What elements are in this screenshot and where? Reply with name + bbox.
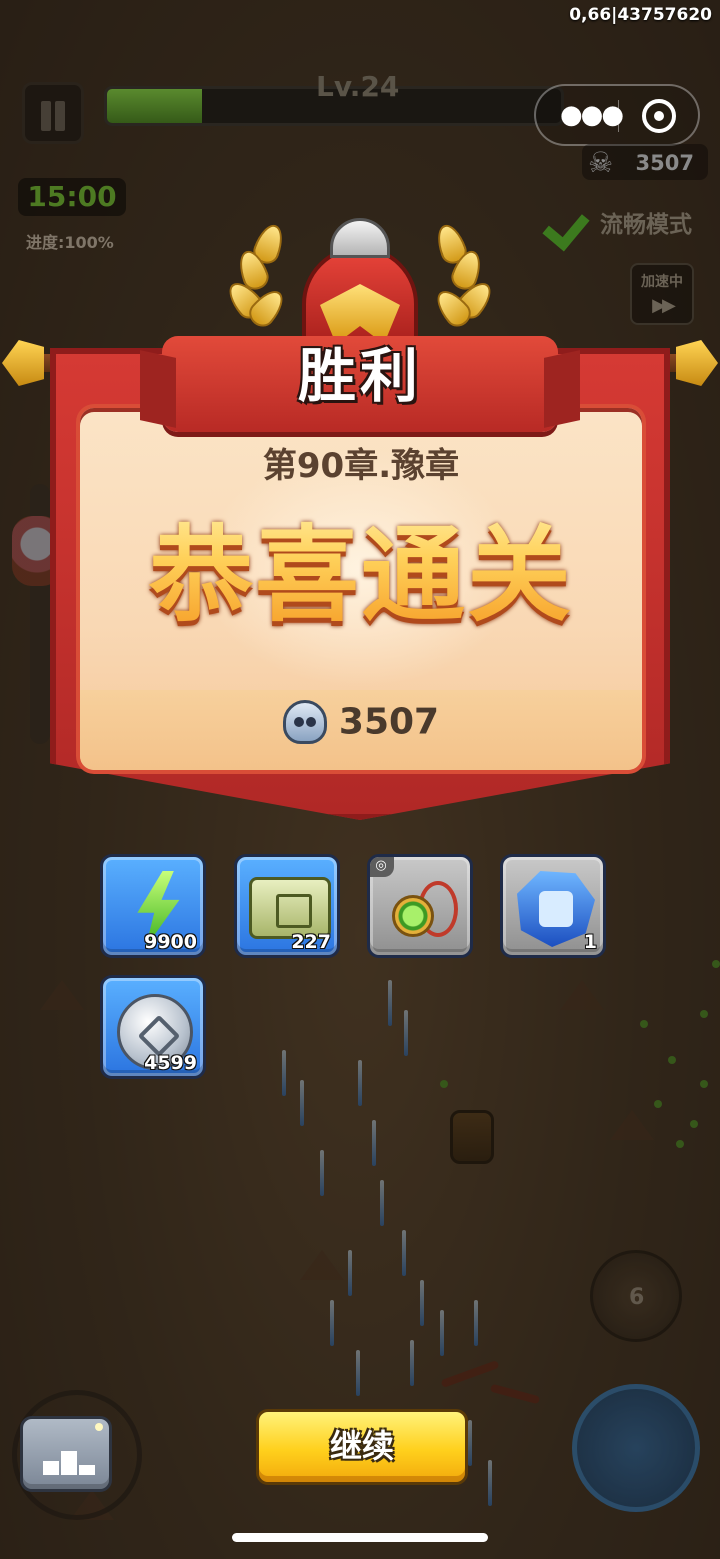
congrats-text: 恭喜通关 [80,490,642,641]
ranking-button[interactable] [20,1416,112,1492]
speed-up-button[interactable]: 加速中 ▶▶ [630,263,694,325]
smooth-mode-toggle[interactable]: 流畅模式 [546,203,692,241]
checkmark-icon [546,203,592,241]
helmet-trophy-icon [296,218,424,350]
level-progress-fill [107,89,203,123]
amulet-icon [388,877,460,943]
scroll-map-icon [249,877,331,939]
skull-icon: ☠ [588,146,614,179]
podium-icon [43,1439,95,1475]
stage-timer: 15:00 [18,178,126,216]
chapter-label: 第90章.豫章 [262,446,460,486]
progress-text: 进度:100% [26,233,114,252]
kill-score: 3507 [80,700,642,744]
laurel-left-icon [222,220,296,334]
continue-button[interactable]: 继续 [256,1409,468,1485]
skill-slot-button[interactable]: 6 [590,1250,682,1342]
laurel-right-icon [424,220,498,334]
pause-button[interactable] [22,82,84,144]
reward-amulet[interactable]: ◎ [367,854,473,958]
reward-crystal[interactable]: 1 [500,854,606,958]
kill-counter: ☠ 3507 [582,144,708,180]
reward-energy[interactable]: 9900 [100,854,206,958]
skull-icon [282,700,327,744]
mini-program-capsule: ●●● [534,84,700,146]
reward-scroll[interactable]: 227 [234,854,340,958]
fast-forward-icon: ▶▶ [652,295,676,316]
ultimate-skill-button[interactable] [572,1384,700,1512]
medal-icon: ◎ [370,857,394,877]
reward-silver-coin[interactable]: 4599 [100,975,206,1079]
victory-title: 胜利 [297,342,422,410]
more-options-icon[interactable]: ●●● [560,100,624,130]
pause-icon [41,101,51,131]
home-indicator[interactable] [232,1533,488,1542]
close-target-icon[interactable] [642,99,676,133]
level-label: Lv.24 [316,70,400,103]
session-id-text: 0,66|43757620 [569,5,712,25]
